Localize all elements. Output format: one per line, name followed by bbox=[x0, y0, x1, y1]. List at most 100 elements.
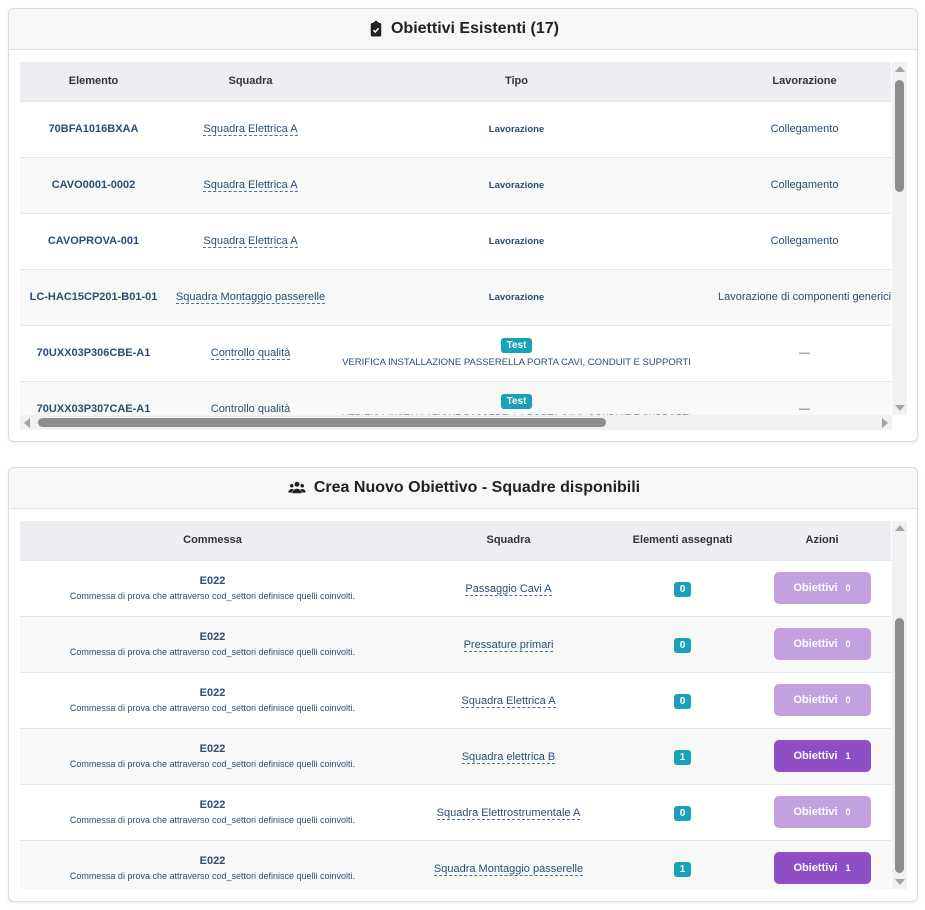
elemento-code: CAVO0001-0002 bbox=[51, 179, 136, 191]
objectives-button[interactable]: Obiettivi 0 bbox=[773, 628, 871, 660]
objectives-button-count: 0 bbox=[845, 807, 851, 817]
table-row: E022 Commessa di prova che attraverso co… bbox=[20, 783, 891, 840]
tipo-label: Lavorazione bbox=[488, 235, 545, 247]
scroll-right-arrow-icon[interactable] bbox=[882, 418, 888, 428]
objectives-button-label: Obiettivi bbox=[793, 582, 838, 594]
col-header-squadra: Squadra bbox=[167, 62, 334, 101]
clipboard-check-icon bbox=[370, 20, 382, 37]
existing-objectives-card: Obiettivi Esistenti (17) Elemento Squadr… bbox=[8, 8, 918, 442]
col-header-azioni: Azioni bbox=[753, 521, 891, 560]
existing-objectives-header: Obiettivi Esistenti (17) bbox=[9, 9, 917, 50]
scrollbar-thumb[interactable] bbox=[895, 618, 904, 873]
table-row: 70BFA1016BXAA Squadra Elettrica A Lavora… bbox=[20, 100, 891, 157]
lavorazione-label: — bbox=[799, 347, 810, 359]
objectives-button-label: Obiettivi bbox=[793, 638, 838, 650]
create-objective-card: Crea Nuovo Obiettivo - Squadre disponibi… bbox=[8, 467, 918, 902]
col-header-tipo: Tipo bbox=[334, 62, 699, 101]
col-header-elementi-assegnati: Elementi assegnati bbox=[612, 521, 753, 560]
elemento-code: 70UXX03P306CBE-A1 bbox=[36, 347, 151, 359]
table-row: 70UXX03P307CAE-A1 Controllo qualità Test… bbox=[20, 380, 891, 415]
commessa-code: E022 bbox=[199, 687, 226, 699]
table-header-row: Commessa Squadra Elementi assegnati Azio… bbox=[20, 521, 891, 560]
objectives-button-label: Obiettivi bbox=[793, 806, 838, 818]
squadra-link[interactable]: Squadra Elettrica A bbox=[461, 695, 556, 708]
commessa-code: E022 bbox=[199, 575, 226, 587]
col-header-lavorazione: Lavorazione bbox=[699, 62, 891, 101]
squadra-link[interactable]: Controllo qualità bbox=[210, 347, 291, 360]
objectives-button[interactable]: Obiettivi 0 bbox=[773, 572, 871, 604]
commessa-description: Commessa di prova che attraverso cod_set… bbox=[69, 759, 356, 769]
objectives-button[interactable]: Obiettivi 1 bbox=[773, 852, 871, 885]
col-header-elemento: Elemento bbox=[20, 62, 167, 101]
existing-table-scroll: Elemento Squadra Tipo Lavorazione 70BFA1… bbox=[20, 62, 891, 415]
lavorazione-label: Collegamento bbox=[770, 235, 839, 247]
lavorazione-label: Lavorazione di componenti generici bbox=[717, 291, 891, 303]
squadra-link[interactable]: Squadra Montaggio passerelle bbox=[433, 863, 584, 877]
squadra-link[interactable]: Squadra Elettrostrumentale A bbox=[436, 807, 581, 820]
commessa-description: Commessa di prova che attraverso cod_set… bbox=[69, 815, 356, 825]
objectives-button-count: 0 bbox=[845, 639, 851, 649]
teams-table: Commessa Squadra Elementi assegnati Azio… bbox=[20, 521, 891, 889]
existing-objectives-title: Obiettivi Esistenti (17) bbox=[390, 20, 560, 37]
table-row: E022 Commessa di prova che attraverso co… bbox=[20, 615, 891, 672]
objectives-button[interactable]: Obiettivi 1 bbox=[773, 740, 871, 772]
objectives-button-count: 1 bbox=[845, 863, 851, 874]
elemento-code: LC-HAC15CP201-B01-01 bbox=[29, 291, 158, 303]
users-icon bbox=[288, 481, 306, 494]
assigned-count-badge: 1 bbox=[673, 750, 692, 765]
lavorazione-label: — bbox=[799, 403, 810, 415]
assigned-count-badge: 0 bbox=[673, 694, 692, 709]
lavorazione-label: Collegamento bbox=[770, 123, 839, 135]
table-row: CAVOPROVA-001 Squadra Elettrica A Lavora… bbox=[20, 212, 891, 269]
scroll-up-arrow-icon[interactable] bbox=[895, 66, 905, 72]
create-objective-title: Crea Nuovo Obiettivo - Squadre disponibi… bbox=[313, 479, 641, 496]
squadra-link[interactable]: Squadra Montaggio passerelle bbox=[175, 291, 326, 304]
objectives-button[interactable]: Obiettivi 0 bbox=[773, 684, 871, 716]
test-badge: Test bbox=[500, 394, 533, 410]
scroll-down-arrow-icon[interactable] bbox=[895, 405, 905, 411]
lavorazione-label: Collegamento bbox=[770, 179, 839, 191]
squadra-link[interactable]: Squadra Elettrica A bbox=[203, 179, 298, 192]
commessa-code: E022 bbox=[199, 631, 226, 643]
table-row: LC-HAC15CP201-B01-01 Squadra Montaggio p… bbox=[20, 268, 891, 325]
elemento-code: 70UXX03P307CAE-A1 bbox=[36, 403, 151, 415]
create-table-scroll: Commessa Squadra Elementi assegnati Azio… bbox=[20, 521, 891, 889]
commessa-description: Commessa di prova che attraverso cod_set… bbox=[69, 591, 356, 601]
col-header-commessa: Commessa bbox=[20, 521, 405, 560]
commessa-description: Commessa di prova che attraverso cod_set… bbox=[69, 871, 356, 882]
assigned-count-badge: 0 bbox=[673, 638, 692, 653]
test-badge: Test bbox=[500, 338, 533, 353]
table-row: E022 Commessa di prova che attraverso co… bbox=[20, 727, 891, 784]
create-vertical-scrollbar[interactable] bbox=[892, 521, 907, 889]
squadra-link[interactable]: Squadra Elettrica A bbox=[203, 235, 298, 248]
scroll-up-arrow-icon[interactable] bbox=[895, 525, 905, 531]
table-row: 70UXX03P306CBE-A1 Controllo qualità Test… bbox=[20, 324, 891, 381]
objectives-button-label: Obiettivi bbox=[793, 750, 838, 762]
elemento-code: 70BFA1016BXAA bbox=[48, 123, 139, 135]
table-header-row: Elemento Squadra Tipo Lavorazione bbox=[20, 62, 891, 101]
commessa-code: E022 bbox=[199, 743, 226, 755]
commessa-code: E022 bbox=[199, 855, 226, 868]
objectives-button-label: Obiettivi bbox=[793, 862, 838, 875]
commessa-description: Commessa di prova che attraverso cod_set… bbox=[69, 703, 356, 713]
squadra-link[interactable]: Controllo qualità bbox=[210, 403, 291, 415]
assigned-count-badge: 0 bbox=[673, 582, 692, 597]
create-objective-header: Crea Nuovo Obiettivo - Squadre disponibi… bbox=[9, 468, 917, 509]
objectives-button[interactable]: Obiettivi 0 bbox=[773, 796, 871, 828]
scroll-left-arrow-icon[interactable] bbox=[24, 418, 30, 428]
table-row: CAVO0001-0002 Squadra Elettrica A Lavora… bbox=[20, 156, 891, 213]
tipo-label: Lavorazione bbox=[488, 123, 545, 135]
scroll-down-arrow-icon[interactable] bbox=[895, 879, 905, 885]
commessa-description: Commessa di prova che attraverso cod_set… bbox=[69, 647, 356, 657]
scrollbar-thumb[interactable] bbox=[38, 418, 606, 427]
table-row: E022 Commessa di prova che attraverso co… bbox=[20, 839, 891, 889]
existing-vertical-scrollbar[interactable] bbox=[892, 62, 907, 415]
existing-horizontal-scrollbar[interactable] bbox=[20, 415, 892, 430]
squadra-link[interactable]: Passaggio Cavi A bbox=[465, 583, 552, 596]
objectives-button-label: Obiettivi bbox=[793, 694, 838, 706]
squadra-link[interactable]: Squadra elettrica B bbox=[461, 751, 556, 764]
squadra-link[interactable]: Squadra Elettrica A bbox=[203, 123, 298, 136]
objectives-button-count: 1 bbox=[845, 751, 851, 761]
squadra-link[interactable]: Pressature primari bbox=[463, 639, 554, 652]
scrollbar-thumb[interactable] bbox=[895, 80, 904, 192]
